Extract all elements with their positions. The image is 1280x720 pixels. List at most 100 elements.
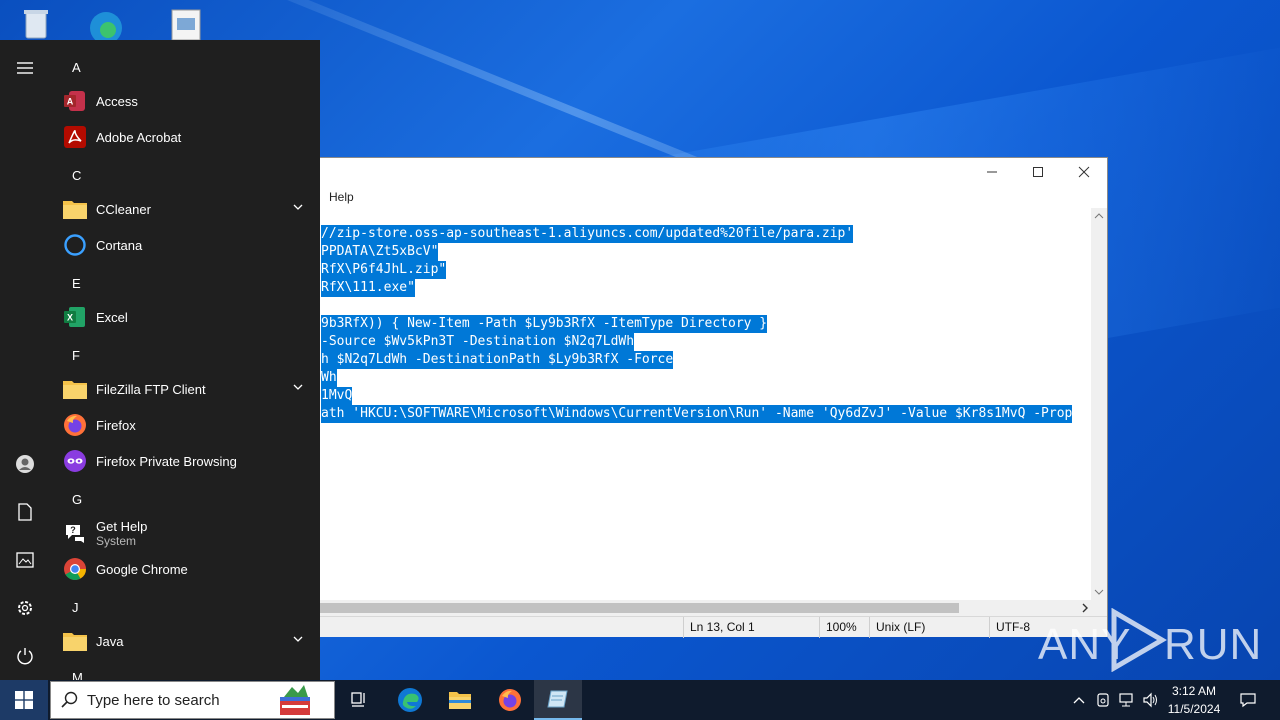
- code-line: ath 'HKCU:\SOFTWARE\Microsoft\Windows\Cu…: [321, 405, 1073, 423]
- volume-button[interactable]: [1140, 680, 1162, 720]
- group-letter-e[interactable]: E: [72, 274, 81, 294]
- app-filezilla[interactable]: FileZilla FTP Client: [62, 371, 312, 407]
- app-label: Cortana: [96, 237, 143, 253]
- horizontal-scrollbar[interactable]: [261, 600, 1093, 616]
- app-adobe-acrobat[interactable]: Adobe Acrobat: [62, 119, 312, 155]
- windows-logo-icon: [15, 691, 33, 709]
- search-icon: [61, 691, 78, 708]
- group-letter-a[interactable]: A: [72, 58, 81, 78]
- get-help-icon: ?: [62, 520, 88, 546]
- start-menu-rail: [0, 40, 50, 680]
- code-line: 9b3RfX)) { New-Item -Path $Ly9b3RfX -Ite…: [321, 315, 768, 333]
- app-java[interactable]: Java: [62, 623, 312, 659]
- expand-menu-button[interactable]: [0, 44, 50, 92]
- documents-button[interactable]: [0, 488, 50, 536]
- app-excel[interactable]: X Excel: [62, 299, 312, 335]
- group-letter-j[interactable]: J: [72, 598, 79, 618]
- menu-help[interactable]: Help: [321, 190, 362, 204]
- taskbar-notepad[interactable]: [534, 680, 582, 720]
- app-label: Java: [96, 633, 124, 649]
- start-button[interactable]: [0, 680, 48, 720]
- chevron-down-icon[interactable]: [292, 633, 304, 645]
- user-account-button[interactable]: [0, 440, 50, 488]
- watermark-run: RUN: [1164, 620, 1263, 669]
- app-label: Excel: [96, 309, 128, 325]
- app-ccleaner[interactable]: CCleaner: [62, 191, 312, 227]
- group-letter-g[interactable]: G: [72, 490, 82, 510]
- document-icon: [18, 503, 32, 521]
- notepad-icon: [547, 690, 568, 708]
- notification-icon: [1240, 693, 1256, 708]
- play-logo-icon: [1111, 608, 1167, 672]
- notepad-text-area[interactable]: //zip-store.oss-ap-southeast-1.aliyuncs.…: [261, 208, 1093, 600]
- network-icon: [1119, 693, 1133, 707]
- gear-icon: [18, 601, 32, 615]
- app-label: Google Chrome: [96, 561, 188, 577]
- maximize-button[interactable]: [1015, 158, 1061, 186]
- taskbar-edge[interactable]: [386, 680, 434, 720]
- zoom-level: 100%: [819, 617, 869, 638]
- app-label: CCleaner: [96, 201, 151, 217]
- app-label: Adobe Acrobat: [96, 129, 182, 145]
- minimize-button[interactable]: [969, 158, 1015, 186]
- group-letter-f[interactable]: F: [72, 346, 80, 366]
- notepad-titlebar[interactable]: [261, 158, 1107, 186]
- edge-desktop-icon[interactable]: [88, 8, 124, 44]
- notepad-window[interactable]: Help //zip-store.oss-ap-southeast-1.aliy…: [260, 157, 1108, 638]
- taskbar-search-box[interactable]: Type here to search: [50, 681, 335, 719]
- app-firefox-private[interactable]: Firefox Private Browsing: [62, 443, 312, 479]
- anyrun-watermark: ANY RUN: [1038, 606, 1261, 676]
- app-firefox[interactable]: Firefox: [62, 407, 312, 443]
- scroll-down-icon[interactable]: [1091, 584, 1107, 600]
- vertical-scrollbar[interactable]: [1091, 208, 1107, 600]
- taskbar-firefox[interactable]: [486, 680, 534, 720]
- access-icon: A: [62, 88, 88, 114]
- cortana-icon: [62, 232, 88, 258]
- group-letter-c[interactable]: C: [72, 166, 81, 186]
- power-button[interactable]: [0, 632, 50, 680]
- firefox-icon: [499, 689, 521, 711]
- code-line: PPDATA\Zt5xBcV": [321, 243, 439, 261]
- notepad-menubar: Help: [261, 186, 1107, 208]
- pictures-button[interactable]: [0, 536, 50, 584]
- code-line: 1MvQ: [321, 387, 353, 405]
- recycle-bin-icon[interactable]: [18, 8, 54, 40]
- tray-device-button[interactable]: [1092, 680, 1114, 720]
- chevron-down-icon[interactable]: [292, 201, 304, 213]
- network-button[interactable]: [1116, 680, 1138, 720]
- app-access[interactable]: A Access: [62, 83, 312, 119]
- app-label: Get Help: [96, 518, 148, 534]
- chevron-down-icon[interactable]: [292, 381, 304, 393]
- minimize-icon: [987, 171, 997, 173]
- clock-date: 11/5/2024: [1167, 702, 1221, 716]
- file-desktop-icon[interactable]: [168, 8, 204, 41]
- power-icon: [17, 648, 33, 665]
- app-label: Firefox: [96, 417, 136, 433]
- folder-icon: [62, 628, 88, 654]
- settings-button[interactable]: [0, 584, 50, 632]
- show-hidden-icons-button[interactable]: [1068, 680, 1090, 720]
- volume-icon: [1143, 692, 1157, 708]
- svg-text:A: A: [67, 97, 74, 107]
- user-icon: [16, 455, 34, 473]
- file-explorer-icon: [449, 692, 471, 709]
- horizontal-scroll-thumb[interactable]: [261, 603, 959, 613]
- edge-icon: [398, 688, 422, 712]
- pictures-icon: [16, 552, 34, 568]
- taskbar-clock[interactable]: 3:12 AM 11/5/2024: [1160, 682, 1228, 718]
- code-line: Wh: [321, 369, 337, 387]
- action-center-button[interactable]: [1234, 680, 1262, 720]
- acrobat-icon: [62, 124, 88, 150]
- close-button[interactable]: [1061, 158, 1107, 186]
- task-view-button[interactable]: [336, 680, 384, 720]
- app-get-help[interactable]: ? Get Help System: [62, 515, 312, 551]
- taskbar-file-explorer[interactable]: [436, 680, 484, 720]
- chrome-icon: [62, 556, 88, 582]
- search-placeholder: Type here to search: [87, 692, 220, 709]
- app-label: FileZilla FTP Client: [96, 381, 206, 397]
- scroll-up-icon[interactable]: [1091, 208, 1107, 224]
- app-google-chrome[interactable]: Google Chrome: [62, 551, 312, 587]
- group-letter-m[interactable]: M: [72, 668, 83, 680]
- maximize-icon: [1033, 167, 1043, 177]
- app-cortana[interactable]: Cortana: [62, 227, 312, 263]
